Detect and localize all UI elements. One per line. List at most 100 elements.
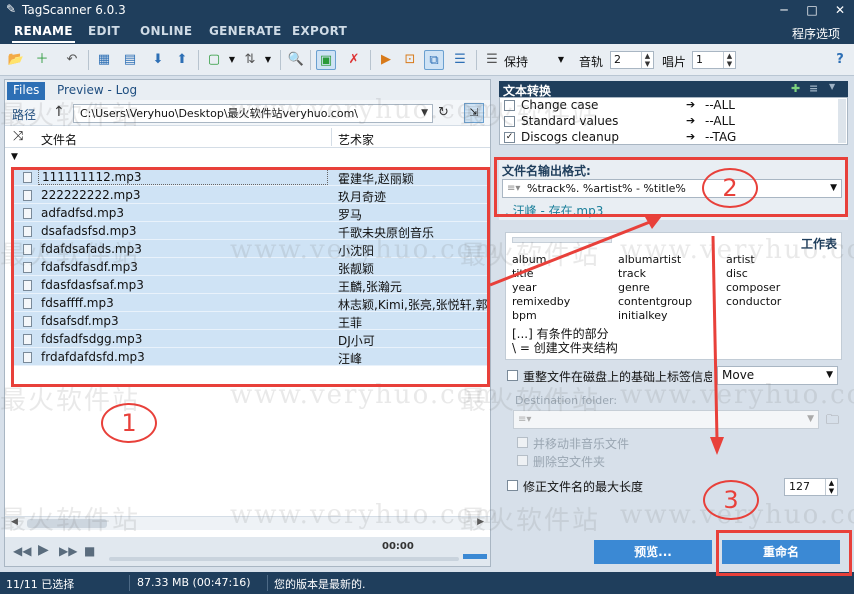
close-button[interactable]: ✕: [826, 0, 854, 20]
sort-icon[interactable]: ⇅: [240, 50, 260, 70]
sort-dropdown-icon[interactable]: ▼: [258, 50, 278, 70]
tag-token[interactable]: disc: [726, 267, 748, 280]
tag-token[interactable]: track: [618, 267, 646, 280]
keep-dropdown-icon[interactable]: ▼: [551, 50, 571, 70]
conversion-value: --ALL: [705, 98, 735, 112]
drag-drop-icon[interactable]: ⇲: [464, 103, 484, 123]
tag-token[interactable]: title: [512, 267, 534, 280]
preview-button[interactable]: 预览...: [594, 540, 712, 564]
tab-generate[interactable]: GENERATE: [209, 24, 282, 38]
tag-token[interactable]: composer: [726, 281, 780, 294]
column-artist[interactable]: 艺术家: [338, 131, 374, 148]
path-input[interactable]: C:\Users\Veryhuo\Desktop\最火软件站veryhuo.co…: [73, 104, 433, 123]
tab-online[interactable]: ONLINE: [140, 24, 192, 38]
conversion-checkbox[interactable]: ✓: [504, 132, 515, 143]
fast-forward-icon[interactable]: ▶▶: [59, 544, 77, 558]
search-icon[interactable]: 🔍: [286, 50, 306, 70]
disc-stepper[interactable]: 1 ▲ ▼: [692, 51, 736, 69]
up-folder-icon[interactable]: ↑: [53, 104, 65, 120]
group-expand-icon[interactable]: ▼: [11, 152, 18, 162]
max-length-stepper[interactable]: 127 ▲ ▼: [784, 478, 838, 496]
help-icon[interactable]: ?: [830, 50, 850, 70]
open-folder-icon[interactable]: 📂: [6, 50, 26, 70]
note-folder: \ = 创建文件夹结构: [512, 341, 618, 355]
tab-edit[interactable]: EDIT: [88, 24, 120, 38]
conversion-row[interactable]: ✓ Discogs cleanup ➔ --TAG: [500, 130, 840, 146]
folder-icon[interactable]: 🗀: [826, 411, 839, 433]
destination-input[interactable]: ≡▾ ▼: [513, 410, 819, 429]
workspace-scrollbar[interactable]: [512, 237, 612, 243]
conversion-row[interactable]: Standard values ➔ --ALL: [500, 114, 840, 130]
text-conversion-header: 文本转换 ✚ ≡ ▼: [499, 81, 848, 98]
tab-export[interactable]: EXPORT: [292, 24, 347, 38]
tag-token[interactable]: bpm: [512, 309, 537, 322]
tag-token[interactable]: album: [512, 253, 546, 266]
disc-label: 唱片: [662, 55, 687, 69]
text-conversion-list: Change case ➔ --ALL Standard values ➔ --ALL ✓ D…: [499, 97, 848, 145]
image-icon[interactable]: ▣: [316, 50, 336, 70]
tab-files[interactable]: Files: [7, 82, 46, 100]
play-icon[interactable]: ▶: [38, 542, 49, 558]
conversion-value: --TAG: [705, 130, 737, 144]
rewind-icon[interactable]: ◀◀: [13, 544, 31, 558]
copy-file-icon[interactable]: ⧉: [424, 50, 444, 70]
tag-token[interactable]: conductor: [726, 295, 781, 308]
destination-label: Destination folder:: [515, 394, 618, 407]
frame-dropdown-icon[interactable]: ▼: [222, 50, 242, 70]
program-options-button[interactable]: 程序选项: [792, 25, 840, 42]
tag-token[interactable]: genre: [618, 281, 650, 294]
undo-icon[interactable]: ↶: [62, 50, 82, 70]
arrow-right-icon: ➔: [686, 114, 696, 127]
tag-token[interactable]: initialkey: [618, 309, 668, 322]
move-down-icon[interactable]: ⬇: [148, 50, 168, 70]
tab-rename[interactable]: RENAME: [12, 24, 75, 43]
tagscanner-window: ✎ TagScanner 6.0.3 ─ □ ✕ RENAME EDIT ONL…: [0, 0, 854, 594]
conversion-checkbox[interactable]: [504, 116, 515, 127]
toolbar: 📂 ＋ ↶ ▦ ▤ ⬇ ⬆ ▢ ▼ ⇅ ▼ 🔍 ▣ ✗ ▶ ⊡ ⧉ ☰ ☰ 保持…: [0, 44, 854, 76]
shuffle-icon[interactable]: ⤨: [13, 129, 23, 144]
arrow-right-icon: ➔: [686, 98, 696, 111]
refresh-icon[interactable]: ↻: [438, 105, 449, 120]
track-stepper[interactable]: 2 ▲ ▼: [610, 51, 654, 69]
column-filename[interactable]: 文件名: [41, 131, 77, 148]
list-menu-icon[interactable]: ≡: [809, 82, 818, 95]
conversion-row[interactable]: Change case ➔ --ALL: [500, 98, 840, 114]
tag-token[interactable]: artist: [726, 253, 755, 266]
add-folder-icon[interactable]: ＋: [32, 50, 52, 70]
chevron-down-icon[interactable]: ▼: [421, 105, 428, 122]
grid-view-icon[interactable]: ▤: [120, 50, 140, 70]
frame-icon[interactable]: ▢: [204, 50, 224, 70]
horizontal-scrollbar[interactable]: ◀ ▶: [5, 516, 490, 530]
tag-token[interactable]: remixedby: [512, 295, 570, 308]
tab-preview-log[interactable]: Preview - Log: [51, 82, 143, 100]
main-tabs: RENAME EDIT ONLINE GENERATE EXPORT 程序选项: [0, 20, 854, 44]
volume-slider[interactable]: [463, 554, 487, 559]
stop-icon[interactable]: ■: [84, 544, 95, 558]
play-file-icon[interactable]: ▶: [376, 50, 396, 70]
status-selected: 11/11 已选择: [6, 578, 75, 591]
header-dropdown-icon[interactable]: ▼: [829, 82, 835, 91]
move-up-icon[interactable]: ⬆: [172, 50, 192, 70]
add-icon[interactable]: ✚: [791, 82, 800, 95]
workspace-panel: 工作表 [...] 有条件的部分 \ = 创建文件夹结构 album albuma…: [505, 232, 842, 360]
minimize-button[interactable]: ─: [770, 0, 798, 20]
file-panel-tabs: Files Preview - Log: [5, 80, 490, 100]
arrow-right-icon: ➔: [686, 130, 696, 143]
export-file-icon[interactable]: ⊡: [400, 50, 420, 70]
move-select[interactable]: Move ▼: [717, 366, 838, 385]
conversion-value: --ALL: [705, 114, 735, 128]
tag-token[interactable]: contentgroup: [618, 295, 692, 308]
maximize-button[interactable]: □: [798, 0, 826, 20]
conversion-name: Discogs cleanup: [521, 130, 619, 144]
remove-image-icon[interactable]: ✗: [344, 50, 364, 70]
list-file-icon[interactable]: ☰: [450, 50, 470, 70]
seek-bar[interactable]: [109, 557, 459, 561]
select-all-icon[interactable]: ▦: [94, 50, 114, 70]
tag-token[interactable]: year: [512, 281, 537, 294]
window-title: TagScanner 6.0.3: [22, 3, 126, 17]
conversion-checkbox[interactable]: [504, 100, 515, 111]
keep-icon[interactable]: ☰: [482, 50, 502, 70]
reorganize-checkbox[interactable]: 重整文件在磁盘上的基础上标签信息: [507, 368, 712, 384]
keep-label[interactable]: 保持: [504, 53, 528, 70]
tag-token[interactable]: albumartist: [618, 253, 681, 266]
